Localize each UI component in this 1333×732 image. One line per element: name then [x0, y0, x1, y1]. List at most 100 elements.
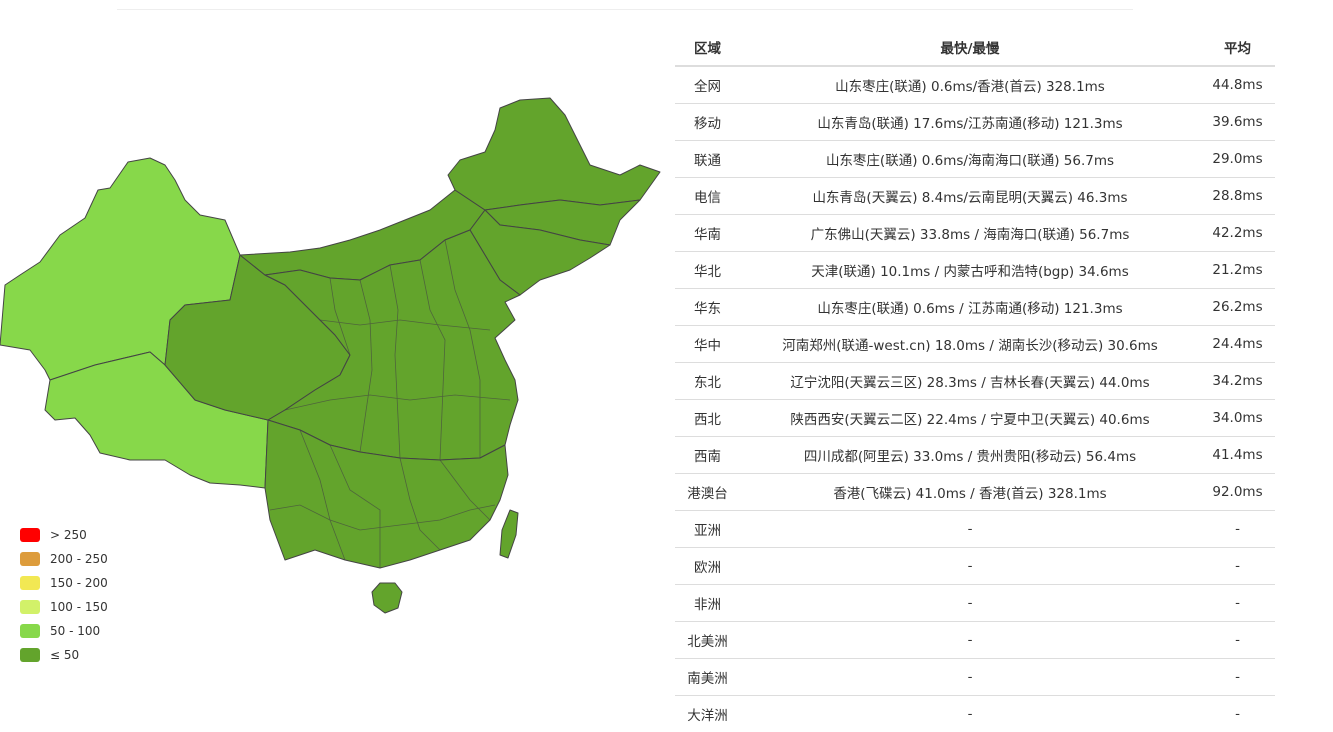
cell-fastest-slowest: 山东枣庄(联通) 0.6ms/海南海口(联通) 56.7ms: [740, 141, 1200, 178]
cell-region: 移动: [675, 104, 740, 141]
cell-average: 42.2ms: [1200, 215, 1275, 252]
cell-region: 大洋洲: [675, 696, 740, 732]
cell-average: 26.2ms: [1200, 289, 1275, 326]
cell-average: 34.0ms: [1200, 400, 1275, 437]
table-row: 欧洲 - -: [675, 548, 1275, 585]
cell-region: 华中: [675, 326, 740, 363]
cell-fastest-slowest: 广东佛山(天翼云) 33.8ms / 海南海口(联通) 56.7ms: [740, 215, 1200, 252]
table-row: 东北 辽宁沈阳(天翼云三区) 28.3ms / 吉林长春(天翼云) 44.0ms…: [675, 363, 1275, 400]
cell-region: 华北: [675, 252, 740, 289]
legend-swatch: [20, 528, 40, 542]
cell-region: 全网: [675, 66, 740, 104]
table-row: 大洋洲 - -: [675, 696, 1275, 732]
table-row: 非洲 - -: [675, 585, 1275, 622]
cell-fastest-slowest: 辽宁沈阳(天翼云三区) 28.3ms / 吉林长春(天翼云) 44.0ms: [740, 363, 1200, 400]
cell-fastest-slowest: -: [740, 548, 1200, 585]
legend-item: > 250: [20, 523, 180, 547]
table-row: 全网 山东枣庄(联通) 0.6ms/香港(首云) 328.1ms 44.8ms: [675, 66, 1275, 104]
cell-average: 28.8ms: [1200, 178, 1275, 215]
cell-region: 东北: [675, 363, 740, 400]
map-region-hainan[interactable]: [372, 583, 402, 613]
table-row: 南美洲 - -: [675, 659, 1275, 696]
table-header-row: 区域 最快/最慢 平均: [675, 29, 1275, 66]
cell-average: -: [1200, 622, 1275, 659]
table-row: 移动 山东青岛(联通) 17.6ms/江苏南通(移动) 121.3ms 39.6…: [675, 104, 1275, 141]
cell-region: 非洲: [675, 585, 740, 622]
cell-average: -: [1200, 659, 1275, 696]
cell-fastest-slowest: 山东青岛(天翼云) 8.4ms/云南昆明(天翼云) 46.3ms: [740, 178, 1200, 215]
cell-region: 欧洲: [675, 548, 740, 585]
table-row: 电信 山东青岛(天翼云) 8.4ms/云南昆明(天翼云) 46.3ms 28.8…: [675, 178, 1275, 215]
cell-region: 北美洲: [675, 622, 740, 659]
cell-fastest-slowest: -: [740, 585, 1200, 622]
cell-fastest-slowest: 天津(联通) 10.1ms / 内蒙古呼和浩特(bgp) 34.6ms: [740, 252, 1200, 289]
cell-average: 41.4ms: [1200, 437, 1275, 474]
cell-fastest-slowest: -: [740, 622, 1200, 659]
cell-fastest-slowest: 四川成都(阿里云) 33.0ms / 贵州贵阳(移动云) 56.4ms: [740, 437, 1200, 474]
legend-label: > 250: [50, 528, 87, 542]
map-legend: > 250 200 - 250 150 - 200 100 - 150 50 -…: [20, 523, 180, 667]
legend-item: ≤ 50: [20, 643, 180, 667]
cell-average: -: [1200, 511, 1275, 548]
cell-fastest-slowest: 陕西西安(天翼云二区) 22.4ms / 宁夏中卫(天翼云) 40.6ms: [740, 400, 1200, 437]
cell-fastest-slowest: 河南郑州(联通-west.cn) 18.0ms / 湖南长沙(移动云) 30.6…: [740, 326, 1200, 363]
table-row: 亚洲 - -: [675, 511, 1275, 548]
legend-item: 100 - 150: [20, 595, 180, 619]
legend-item: 200 - 250: [20, 547, 180, 571]
cell-region: 联通: [675, 141, 740, 178]
cell-fastest-slowest: 山东青岛(联通) 17.6ms/江苏南通(移动) 121.3ms: [740, 104, 1200, 141]
legend-label: ≤ 50: [50, 648, 79, 662]
cell-region: 西北: [675, 400, 740, 437]
column-header-region: 区域: [675, 29, 740, 66]
map-region-heilongjiang[interactable]: [448, 98, 660, 210]
column-header-average: 平均: [1200, 29, 1275, 66]
legend-swatch: [20, 600, 40, 614]
cell-average: 34.2ms: [1200, 363, 1275, 400]
legend-label: 150 - 200: [50, 576, 108, 590]
cell-region: 亚洲: [675, 511, 740, 548]
cell-average: 24.4ms: [1200, 326, 1275, 363]
table-row: 西北 陕西西安(天翼云二区) 22.4ms / 宁夏中卫(天翼云) 40.6ms…: [675, 400, 1275, 437]
table-row: 北美洲 - -: [675, 622, 1275, 659]
table-row: 华中 河南郑州(联通-west.cn) 18.0ms / 湖南长沙(移动云) 3…: [675, 326, 1275, 363]
cell-average: -: [1200, 696, 1275, 732]
legend-swatch: [20, 624, 40, 638]
column-header-fastest-slowest: 最快/最慢: [740, 29, 1200, 66]
cell-region: 华东: [675, 289, 740, 326]
legend-swatch: [20, 576, 40, 590]
legend-item: 150 - 200: [20, 571, 180, 595]
cell-region: 华南: [675, 215, 740, 252]
cell-region: 电信: [675, 178, 740, 215]
cell-average: 92.0ms: [1200, 474, 1275, 511]
top-divider: [117, 9, 1133, 10]
cell-region: 南美洲: [675, 659, 740, 696]
cell-fastest-slowest: -: [740, 696, 1200, 732]
legend-item: 50 - 100: [20, 619, 180, 643]
legend-label: 50 - 100: [50, 624, 100, 638]
cell-average: -: [1200, 548, 1275, 585]
cell-fastest-slowest: -: [740, 511, 1200, 548]
legend-label: 200 - 250: [50, 552, 108, 566]
latency-table: 区域 最快/最慢 平均 全网 山东枣庄(联通) 0.6ms/香港(首云) 328…: [675, 29, 1275, 732]
table-row: 联通 山东枣庄(联通) 0.6ms/海南海口(联通) 56.7ms 29.0ms: [675, 141, 1275, 178]
cell-region: 港澳台: [675, 474, 740, 511]
cell-fastest-slowest: -: [740, 659, 1200, 696]
cell-average: 21.2ms: [1200, 252, 1275, 289]
table-row: 港澳台 香港(飞碟云) 41.0ms / 香港(首云) 328.1ms 92.0…: [675, 474, 1275, 511]
cell-region: 西南: [675, 437, 740, 474]
table-row: 华北 天津(联通) 10.1ms / 内蒙古呼和浩特(bgp) 34.6ms 2…: [675, 252, 1275, 289]
legend-label: 100 - 150: [50, 600, 108, 614]
cell-average: 39.6ms: [1200, 104, 1275, 141]
table-row: 西南 四川成都(阿里云) 33.0ms / 贵州贵阳(移动云) 56.4ms 4…: [675, 437, 1275, 474]
cell-fastest-slowest: 山东枣庄(联通) 0.6ms/香港(首云) 328.1ms: [740, 66, 1200, 104]
table-row: 华南 广东佛山(天翼云) 33.8ms / 海南海口(联通) 56.7ms 42…: [675, 215, 1275, 252]
legend-swatch: [20, 648, 40, 662]
legend-swatch: [20, 552, 40, 566]
cell-fastest-slowest: 香港(飞碟云) 41.0ms / 香港(首云) 328.1ms: [740, 474, 1200, 511]
map-region-taiwan[interactable]: [500, 510, 518, 558]
cell-fastest-slowest: 山东枣庄(联通) 0.6ms / 江苏南通(移动) 121.3ms: [740, 289, 1200, 326]
cell-average: -: [1200, 585, 1275, 622]
table-row: 华东 山东枣庄(联通) 0.6ms / 江苏南通(移动) 121.3ms 26.…: [675, 289, 1275, 326]
cell-average: 44.8ms: [1200, 66, 1275, 104]
cell-average: 29.0ms: [1200, 141, 1275, 178]
